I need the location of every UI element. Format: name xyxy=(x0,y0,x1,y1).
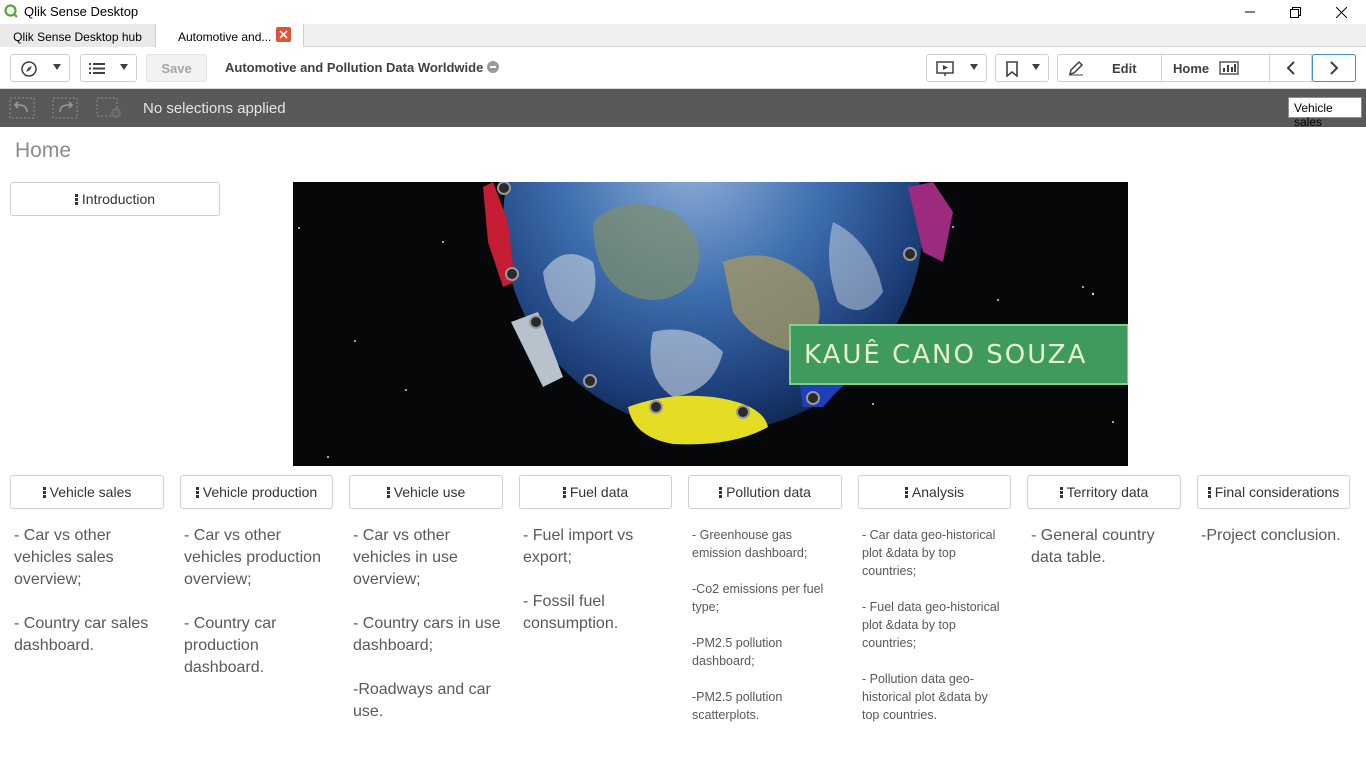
edit-button[interactable]: Edit xyxy=(1058,55,1162,81)
more-vertical-icon xyxy=(719,486,723,498)
edit-label: Edit xyxy=(1112,61,1137,76)
pencil-icon xyxy=(1068,60,1084,76)
story-button[interactable] xyxy=(926,54,987,82)
vehicle-production-description: - Car vs other vehicles production overv… xyxy=(184,527,321,676)
chevron-down-icon xyxy=(120,64,128,70)
tab-bar: Qlik Sense Desktop hub Automotive and... xyxy=(0,24,1366,48)
pollution-data-button[interactable]: Pollution data xyxy=(688,475,842,509)
minimize-button[interactable] xyxy=(1227,0,1273,24)
chevron-down-icon xyxy=(970,64,978,70)
presentation-icon xyxy=(936,61,954,76)
previous-sheet-button[interactable] xyxy=(1270,55,1312,81)
step-forward-icon[interactable] xyxy=(52,97,78,119)
global-menu-button[interactable] xyxy=(80,54,137,82)
bookmark-button[interactable] xyxy=(995,54,1049,82)
vehicle-production-button[interactable]: Vehicle production xyxy=(180,475,333,509)
analysis-button[interactable]: Analysis xyxy=(858,475,1011,509)
app-name-label: Automotive and Pollution Data Worldwide xyxy=(225,60,484,75)
chevron-right-icon xyxy=(1330,61,1339,75)
list-icon xyxy=(89,63,105,74)
more-vertical-icon xyxy=(386,486,390,498)
step-back-icon[interactable] xyxy=(9,97,35,119)
section-button-label: Vehicle production xyxy=(202,484,318,500)
banner-image: KAUÊ CANO SOUZA xyxy=(293,182,1128,466)
section-button-label: Pollution data xyxy=(726,484,811,500)
section-button-label: Vehicle use xyxy=(393,484,466,500)
window-title-bar: Qlik Sense Desktop xyxy=(0,0,1366,24)
chevron-left-icon xyxy=(1286,61,1295,75)
window-title: Qlik Sense Desktop xyxy=(24,4,139,19)
sheet-thumbnail-icon xyxy=(1219,61,1239,75)
compass-icon xyxy=(21,61,37,77)
territory-data-description: - General country data table. xyxy=(1031,527,1155,566)
next-sheet-button[interactable] xyxy=(1312,54,1356,82)
more-vertical-icon xyxy=(1059,486,1063,498)
tooltip: Vehicle sales xyxy=(1288,97,1362,129)
bookmark-icon xyxy=(1006,61,1018,77)
sheet-title: Home xyxy=(15,139,72,162)
tab-hub[interactable]: Qlik Sense Desktop hub xyxy=(0,24,156,47)
vehicle-sales-description: - Car vs other vehicles sales overview; … xyxy=(14,527,149,654)
more-vertical-icon xyxy=(42,486,46,498)
app-toolbar: Save Automotive and Pollution Data World… xyxy=(0,47,1366,89)
banner-name: KAUÊ CANO SOUZA xyxy=(804,340,1088,370)
close-icon xyxy=(279,30,288,39)
close-icon xyxy=(1335,6,1347,18)
more-vertical-icon xyxy=(904,486,908,498)
close-window-button[interactable] xyxy=(1318,0,1364,24)
more-vertical-icon xyxy=(1207,486,1211,498)
vehicle-sales-button[interactable]: Vehicle sales xyxy=(10,475,164,509)
section-button-label: Territory data xyxy=(1066,484,1149,500)
fuel-data-description: - Fuel import vs export; - Fossil fuel c… xyxy=(523,527,634,632)
introduction-button[interactable]: Introduction xyxy=(10,182,220,216)
section-button-label: Analysis xyxy=(911,484,965,500)
restore-button[interactable] xyxy=(1272,0,1318,24)
chevron-down-icon xyxy=(1032,64,1040,70)
section-button-label: Final considerations xyxy=(1214,484,1340,500)
no-selections-label: No selections applied xyxy=(143,100,286,117)
more-vertical-icon xyxy=(74,193,78,205)
section-button-label: Fuel data xyxy=(569,484,629,500)
pollution-data-description: - Greenhouse gas emission dashboard; -Co… xyxy=(692,528,824,722)
sheet-actions: Edit Home xyxy=(1057,54,1356,82)
selections-bar: No selections applied xyxy=(0,89,1366,127)
close-tab-button[interactable] xyxy=(276,27,291,42)
restore-icon xyxy=(1289,6,1301,18)
section-button-label: Vehicle sales xyxy=(49,484,132,500)
navigation-menu-button[interactable] xyxy=(10,54,70,82)
info-icon[interactable] xyxy=(487,61,500,73)
qlik-logo-icon xyxy=(4,4,18,18)
final-considerations-button[interactable]: Final considerations xyxy=(1197,475,1350,509)
tab-app[interactable]: Automotive and... xyxy=(156,24,304,48)
vehicle-use-button[interactable]: Vehicle use xyxy=(349,475,503,509)
minimize-icon xyxy=(1245,11,1255,13)
more-vertical-icon xyxy=(195,486,199,498)
territory-data-button[interactable]: Territory data xyxy=(1027,475,1181,509)
save-button[interactable]: Save xyxy=(146,54,207,82)
sheet-selector-button[interactable]: Home xyxy=(1162,55,1270,81)
chevron-down-icon xyxy=(53,64,61,70)
app-name[interactable]: Automotive and Pollution Data Worldwide xyxy=(225,60,500,75)
more-vertical-icon xyxy=(562,486,566,498)
earth-cars-illustration xyxy=(293,182,1128,466)
analysis-description: - Car data geo-historical plot &data by … xyxy=(862,528,1000,722)
introduction-button-label: Introduction xyxy=(81,191,156,207)
final-considerations-description: -Project conclusion. xyxy=(1201,527,1341,544)
clear-selections-icon[interactable] xyxy=(96,97,122,119)
vehicle-use-description: - Car vs other vehicles in use overview;… xyxy=(353,527,501,720)
tab-app-label: Automotive and... xyxy=(178,30,272,44)
fuel-data-button[interactable]: Fuel data xyxy=(519,475,672,509)
sheet-selector-label: Home xyxy=(1173,61,1210,76)
